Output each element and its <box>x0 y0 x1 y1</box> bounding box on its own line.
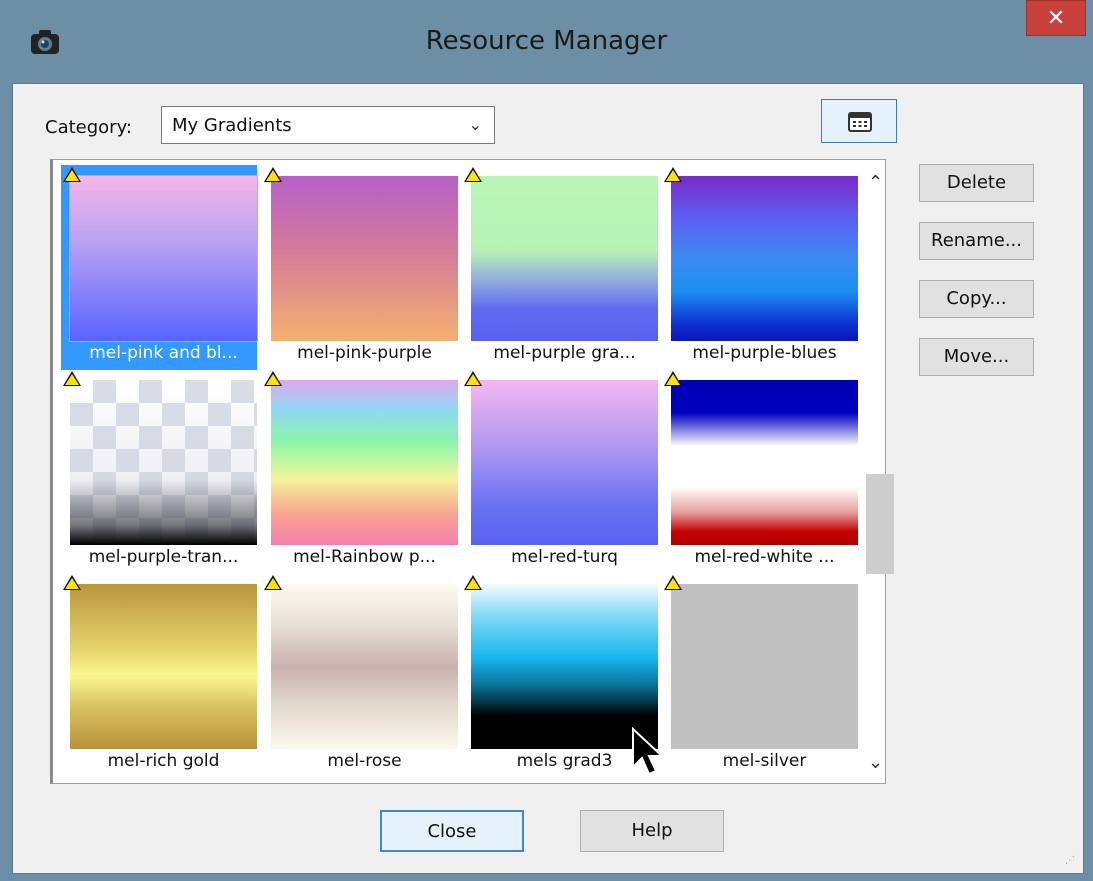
warning-icon <box>63 167 81 182</box>
warning-icon <box>664 167 682 182</box>
resize-grip-icon[interactable]: ⋰ <box>1065 855 1079 869</box>
gradient-label: mel-pink and bl... <box>89 343 238 363</box>
gradient-thumbnail[interactable]: mels grad3 <box>462 573 658 778</box>
warning-icon <box>664 575 682 590</box>
warning-icon <box>264 575 282 590</box>
move-button[interactable]: Move... <box>919 338 1034 376</box>
gradient-swatch <box>671 584 858 749</box>
gradient-thumbnail[interactable]: mel-red-white ... <box>662 369 858 574</box>
gradient-thumbnail[interactable]: mel-silver <box>662 573 858 778</box>
title-bar[interactable]: Resource Manager ✕ <box>0 0 1093 82</box>
warning-icon <box>464 371 482 386</box>
category-value: My Gradients <box>172 115 292 136</box>
gradient-thumbnail[interactable]: mel-purple-tran... <box>61 369 257 574</box>
view-mode-button[interactable] <box>821 99 897 143</box>
gradient-thumbnail[interactable]: mel-rich gold <box>61 573 257 778</box>
scroll-down-button[interactable]: ⌄ <box>868 752 883 773</box>
scrollbar-thumb[interactable] <box>866 474 894 574</box>
delete-button[interactable]: Delete <box>919 164 1034 202</box>
gradient-swatch <box>69 175 258 342</box>
warning-icon <box>664 371 682 386</box>
gradient-swatch <box>70 584 257 749</box>
gradient-swatch <box>70 380 257 545</box>
gradient-thumbnail[interactable]: mel-red-turq <box>462 369 658 574</box>
rename-button[interactable]: Rename... <box>919 222 1034 260</box>
gradient-swatch <box>671 176 858 341</box>
warning-icon <box>464 575 482 590</box>
gradient-swatch <box>271 176 458 341</box>
gradient-label: mel-Rainbow p... <box>293 547 436 567</box>
gradient-thumbnail[interactable]: mel-rose <box>262 573 458 778</box>
gradient-label: mel-purple-tran... <box>88 547 239 567</box>
gradient-swatch <box>471 176 658 341</box>
warning-icon <box>63 371 81 386</box>
gradient-thumbnail[interactable]: mel-pink and bl... <box>61 165 258 370</box>
warning-icon <box>464 167 482 182</box>
gradient-thumbnail[interactable]: mel-purple gra... <box>462 165 658 370</box>
gradient-label: mel-rich gold <box>107 751 220 771</box>
gradient-thumbnail-list: mel-pink and bl... mel-pink-purple mel-p… <box>50 159 886 784</box>
gradient-label: mel-red-turq <box>511 547 618 567</box>
warning-icon <box>264 371 282 386</box>
grid-view-icon <box>848 112 872 132</box>
gradient-thumbnail[interactable]: mel-pink-purple <box>262 165 458 370</box>
gradient-thumbnail[interactable]: mel-Rainbow p... <box>262 369 458 574</box>
gradient-swatch <box>271 584 458 749</box>
gradient-label: mel-rose <box>327 751 402 771</box>
gradient-label: mel-pink-purple <box>297 343 432 363</box>
help-button[interactable]: Help <box>580 810 724 852</box>
copy-button[interactable]: Copy... <box>919 280 1034 318</box>
gradient-label: mel-silver <box>722 751 807 771</box>
window-title: Resource Manager <box>425 26 668 56</box>
chevron-down-icon: ⌄ <box>468 115 482 134</box>
gradient-thumbnail[interactable]: mel-purple-blues <box>662 165 858 370</box>
gradient-label: mel-purple-blues <box>692 343 837 363</box>
scroll-up-button[interactable]: ⌃ <box>868 172 883 193</box>
mouse-cursor-icon <box>632 727 665 776</box>
gradient-swatch <box>271 380 458 545</box>
warning-icon <box>264 167 282 182</box>
gradient-label: mel-red-white ... <box>694 547 835 567</box>
category-select[interactable]: My Gradients ⌄ <box>161 106 495 144</box>
resource-manager-window: Resource Manager ✕ Category: My Gradient… <box>0 0 1093 881</box>
gradient-swatch <box>471 584 658 749</box>
close-window-button[interactable]: ✕ <box>1026 0 1086 36</box>
gradient-swatch <box>471 380 658 545</box>
close-button[interactable]: Close <box>380 810 524 852</box>
warning-icon <box>63 575 81 590</box>
gradient-swatch <box>671 380 858 545</box>
gradient-label: mel-purple gra... <box>493 343 636 363</box>
dialog-body: Category: My Gradients ⌄ mel-pink and bl… <box>12 83 1084 874</box>
category-label: Category: <box>45 117 132 138</box>
